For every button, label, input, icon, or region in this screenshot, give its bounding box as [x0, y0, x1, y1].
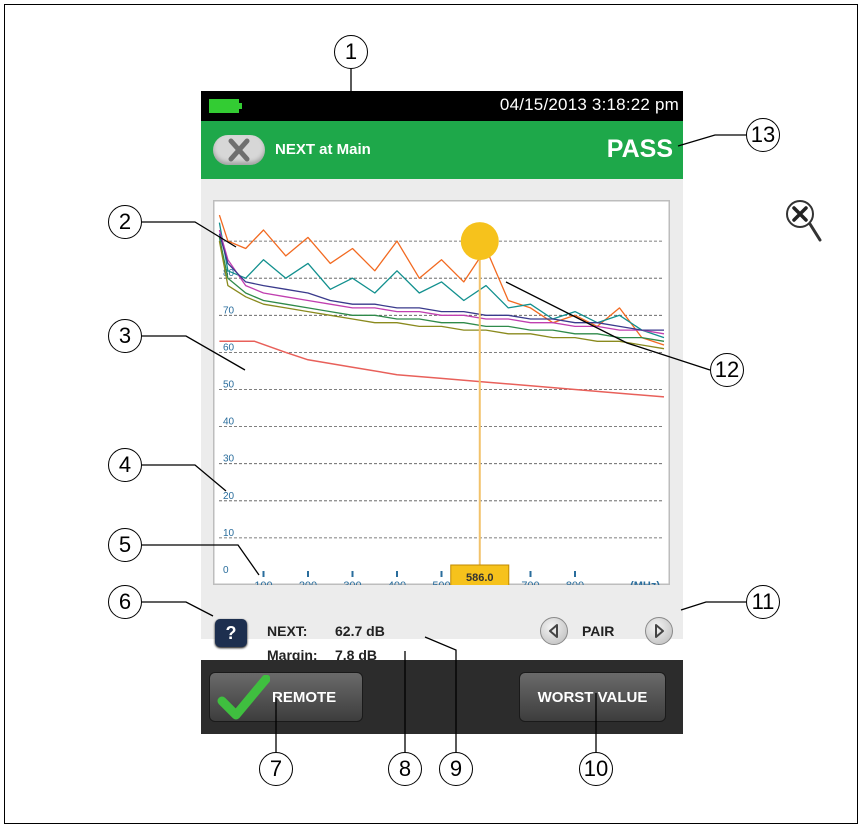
callout-11: 11 — [746, 585, 780, 619]
callout-6: 6 — [108, 585, 142, 619]
callout-2: 2 — [108, 205, 142, 239]
callout-leaders — [142, 69, 746, 752]
callout-7: 7 — [259, 752, 293, 786]
callout-3: 3 — [108, 319, 142, 353]
callout-12: 12 — [710, 353, 744, 387]
callout-10: 10 — [579, 752, 613, 786]
callout-5: 5 — [108, 528, 142, 562]
callout-4: 4 — [108, 448, 142, 482]
callout-1: 1 — [334, 35, 368, 69]
callout-8: 8 — [388, 752, 422, 786]
callout-9: 9 — [439, 752, 473, 786]
callout-13: 13 — [746, 118, 780, 152]
